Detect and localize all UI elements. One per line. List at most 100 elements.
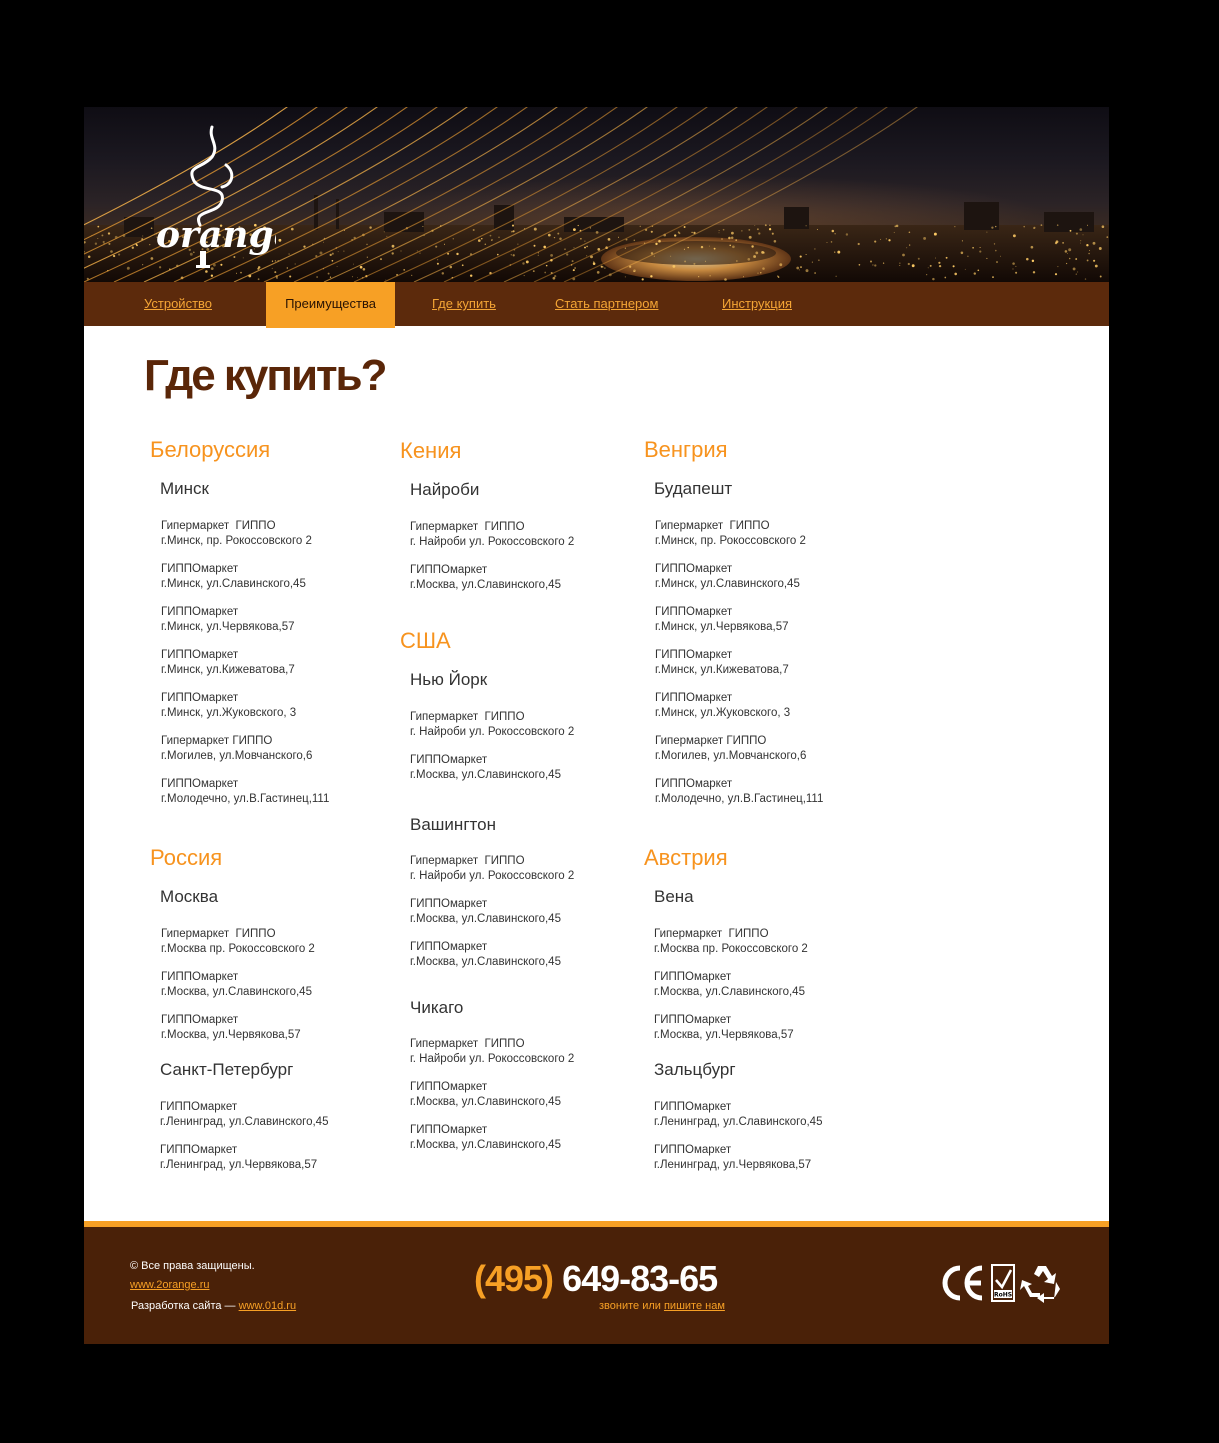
store-address: г.Могилев, ул.Мовчанского,6	[161, 749, 313, 762]
dev-label: Разработка сайта —	[131, 1300, 236, 1312]
store-address: г.Минск, ул.Кижеватова,7	[655, 663, 789, 676]
city-heading: Вашингтон	[410, 815, 496, 834]
phone-digits: 649-83-65	[562, 1258, 718, 1299]
store-name: Гипермаркет ГИППО	[410, 521, 525, 533]
store-name: ГИППОмаркет	[410, 1124, 488, 1136]
nav-item-advantages[interactable]: Преимущества	[266, 282, 395, 328]
store-name: ГИППОмаркет	[161, 692, 239, 704]
store-address: г.Молодечно, ул.В.Гастинец,111	[161, 792, 330, 805]
store-address: г.Минск, ул.Жуковского, 3	[655, 706, 791, 719]
store-entry: Гипермаркет ГИППО г.Минск, пр. Рокоссовск…	[655, 519, 806, 548]
store-entry: ГИППОмаркет г.Минск, ул.Кижеватова,7	[161, 648, 295, 677]
store-name: ГИППОмаркет	[655, 778, 733, 790]
store-entry: ГИППОмаркет г.Москва, ул.Червякова,57	[654, 1013, 794, 1042]
store-entry: ГИППОмаркет г.Минск, ул.Червякова,57	[655, 605, 789, 634]
store-name: ГИППОмаркет	[410, 564, 488, 576]
page-title: Где купить?	[144, 351, 387, 400]
nav-item-where-to-buy[interactable]: Где купить	[432, 282, 496, 326]
store-entry: ГИППОмаркет г.Минск, ул.Жуковского, 3	[655, 691, 790, 720]
store-entry: Гипермаркет ГИППО г. Найроби ул. Рокоссов…	[410, 710, 574, 739]
store-entry: ГИППОмаркет г.Ленинград, ул.Славинского,4…	[160, 1100, 328, 1129]
store-address: г.Москва пр. Рокоссовского 2	[161, 942, 315, 955]
city-heading: Чикаго	[410, 998, 464, 1017]
country-heading: США	[400, 628, 451, 653]
logo-text: orange	[156, 214, 276, 256]
store-entry: Гипермаркет ГИППО г.Могилев, ул.Мовчанско…	[161, 734, 312, 763]
page: orange Устройство Преимущества Где купит…	[84, 107, 1109, 1344]
store-address: г.Минск, ул.Славинского,45	[161, 577, 306, 590]
store-address: г.Минск, ул.Червякова,57	[161, 620, 295, 633]
city-heading: Санкт-Петербург	[160, 1060, 294, 1079]
store-address: г.Ленинград, ул.Славинского,45	[654, 1115, 823, 1128]
store-entry: ГИППОмаркет г.Молодечно, ул.В.Гастинец,11…	[655, 777, 823, 806]
rohs-icon: RoHS	[991, 1264, 1015, 1302]
store-entry: ГИППОмаркет г.Москва, ул.Славинского,45	[410, 1080, 561, 1109]
nav-item-become-partner[interactable]: Стать партнером	[555, 282, 658, 326]
store-name: Гипермаркет ГИППО	[655, 735, 767, 747]
store-name: ГИППОмаркет	[161, 971, 239, 983]
dev-link[interactable]: www.01d.ru	[239, 1300, 296, 1312]
store-name: ГИППОмаркет	[161, 563, 239, 575]
store-entry: ГИППОмаркет г.Москва, ул.Славинского,45	[410, 753, 561, 782]
store-entry: ГИППОмаркет г.Москва, ул.Славинского,45	[161, 970, 312, 999]
store-address: г.Москва, ул.Славинского,45	[410, 578, 561, 591]
store-name: Гипермаркет ГИППО	[161, 928, 276, 940]
store-address: г.Минск, ул.Кижеватова,7	[161, 663, 295, 676]
city-heading: Нью Йорк	[410, 670, 488, 689]
store-entry: ГИППОмаркет г.Ленинград, ул.Славинского,4…	[654, 1100, 822, 1129]
city-heading: Минск	[160, 479, 209, 498]
store-entry: ГИППОмаркет г.Минск, ул.Жуковского, 3	[161, 691, 296, 720]
city-heading: Зальцбург	[654, 1060, 736, 1079]
store-name: ГИППОмаркет	[655, 649, 733, 661]
store-entry: ГИППОмаркет г.Москва, ул.Славинского,45	[410, 563, 561, 592]
country-heading: Кения	[400, 438, 462, 463]
store-address: г.Москва, ул.Славинского,45	[410, 955, 561, 968]
store-name: Гипермаркет ГИППО	[655, 520, 770, 532]
store-entry: ГИППОмаркет г.Москва, ул.Славинского,45	[654, 970, 805, 999]
store-name: ГИППОмаркет	[654, 1101, 732, 1113]
store-address: г.Минск, пр. Рокоссовского 2	[655, 534, 806, 547]
store-address: г. Найроби ул. Рокоссовского 2	[410, 725, 575, 738]
ce-mark-icon	[942, 1265, 983, 1301]
store-name: ГИППОмаркет	[161, 778, 239, 790]
nav-item-device[interactable]: Устройство	[144, 282, 212, 326]
header-banner: orange	[84, 107, 1109, 282]
country-heading: Россия	[150, 845, 223, 870]
nav-item-instruction[interactable]: Инструкция	[722, 282, 792, 326]
store-name: ГИППОмаркет	[410, 754, 488, 766]
certifications: RoHS	[938, 1262, 1063, 1309]
store-address: г.Москва, ул.Славинского,45	[161, 985, 312, 998]
country-heading: Белоруссия	[150, 437, 271, 462]
store-address: г.Молодечно, ул.В.Гастинец,111	[655, 792, 824, 805]
copyright-text: © Все права защищены.	[130, 1260, 255, 1272]
store-address: г.Москва пр. Рокоссовского 2	[654, 942, 808, 955]
store-name: Гипермаркет ГИППО	[161, 520, 276, 532]
call-text: звоните или	[599, 1300, 661, 1312]
store-name: Гипермаркет ГИППО	[410, 1038, 525, 1050]
store-entry: ГИППОмаркет г.Ленинград, ул.Червякова,57	[654, 1143, 811, 1172]
store-entry: ГИППОмаркет г.Москва, ул.Славинского,45	[410, 897, 561, 926]
store-name: ГИППОмаркет	[410, 1081, 488, 1093]
write-us-link[interactable]: пишите нам	[664, 1300, 725, 1312]
store-address: г.Ленинград, ул.Червякова,57	[160, 1158, 318, 1171]
main-nav: Устройство Преимущества Где купить Стать…	[84, 282, 1109, 328]
orange-logo-icon: orange	[156, 125, 297, 268]
store-entry: Гипермаркет ГИППО г.Минск, пр. Рокоссовск…	[161, 519, 312, 548]
store-address: г.Москва, ул.Славинского,45	[654, 985, 805, 998]
store-name: Гипермаркет ГИППО	[410, 711, 525, 723]
store-entry: ГИППОмаркет г.Минск, ул.Кижеватова,7	[655, 648, 789, 677]
store-entry: ГИППОмаркет г.Молодечно, ул.В.Гастинец,11…	[161, 777, 329, 806]
phone-number[interactable]: (495) 649-83-65	[474, 1258, 718, 1300]
store-entry: Гипермаркет ГИППО г. Найроби ул. Рокоссов…	[410, 520, 574, 549]
store-address: г.Москва, ул.Славинского,45	[410, 912, 561, 925]
store-address: г.Ленинград, ул.Славинского,45	[160, 1115, 329, 1128]
store-name: ГИППОмаркет	[655, 563, 733, 575]
brand-logo[interactable]: orange	[156, 125, 297, 280]
store-entry: ГИППОмаркет г.Москва, ул.Славинского,45	[410, 940, 561, 969]
store-address: г.Ленинград, ул.Червякова,57	[654, 1158, 812, 1171]
site-link[interactable]: www.2orange.ru	[130, 1279, 210, 1291]
store-name: ГИППОмаркет	[654, 1014, 732, 1026]
store-address: г. Найроби ул. Рокоссовского 2	[410, 869, 575, 882]
store-name: ГИППОмаркет	[161, 1014, 239, 1026]
city-heading: Найроби	[410, 480, 480, 499]
